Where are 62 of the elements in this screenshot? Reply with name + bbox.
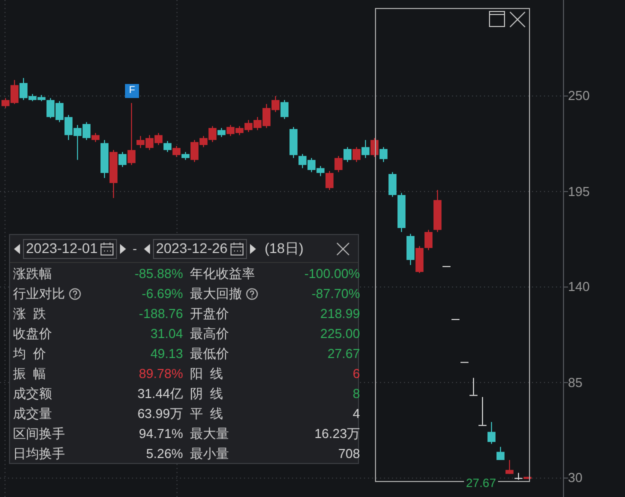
stat-value: -87.70% [312,285,360,304]
stat-value: 5.26% [146,445,183,464]
end-date-field[interactable]: 2023-12-26 [152,238,247,258]
event-marker[interactable]: F [125,84,139,98]
axis-label: 30 [568,471,582,486]
stat-label: 平 线 [190,405,224,424]
stat-value: -85.88% [134,265,183,284]
stat-label: 最大回撤 [190,285,242,304]
stat-label: 开盘价 [190,305,229,324]
stat-value: 31.04 [150,325,183,344]
stat-value: 4 [352,405,360,424]
left-arrow-icon[interactable] [14,244,20,254]
stat-value: 49.13 [150,345,183,364]
stat-value: 27.67 [327,345,360,364]
date-separator: - [132,240,138,258]
stat-value: -100.00% [304,265,360,284]
stat-label: 行业对比 [13,285,65,304]
start-date-field[interactable]: 2023-12-01 [23,238,117,258]
stat-label: 涨跌幅 [13,265,52,284]
stat-value: 218.99 [320,305,360,324]
stat-value: 89.78% [138,365,183,384]
stat-label: 阴 线 [190,385,224,404]
help-icon[interactable] [69,288,81,300]
stat-label: 区间换手 [13,425,65,444]
stat-label: 最大量 [190,425,229,444]
restore-icon[interactable] [489,11,505,27]
stat-label: 最高价 [190,325,229,344]
stat-value: 16.23万 [314,425,360,444]
axis-label: 85 [568,376,582,390]
stat-label: 振 幅 [13,365,46,384]
right-arrow-icon[interactable] [250,244,256,254]
axis-label: 140 [568,280,590,294]
stat-label: 日均换手 [13,445,65,464]
stat-value: 31.44亿 [137,385,183,404]
stat-label: 涨 跌 [13,305,46,324]
stat-label: 收盘价 [13,325,52,344]
day-count: (18日) [264,239,304,258]
close-icon[interactable] [509,11,526,28]
stat-label: 最低价 [190,345,229,364]
stat-label: 年化收益率 [190,265,255,284]
low-price-label: 27.67 [464,476,498,490]
axis-label: 195 [568,184,590,199]
axis-label: 250 [568,89,590,104]
calendar-icon[interactable] [230,242,244,256]
right-arrow-icon[interactable] [120,244,126,254]
stat-label: 阳 线 [190,365,224,384]
stat-value: -6.69% [142,285,183,304]
stat-label: 均 价 [13,345,46,364]
stat-value: -188.76 [138,305,183,324]
stat-value: 8 [352,385,360,404]
close-icon[interactable] [336,242,350,256]
stat-value: 63.99万 [137,405,183,424]
stat-label: 最小量 [190,445,229,464]
stat-value: 94.71% [138,425,183,444]
help-icon[interactable] [246,288,258,300]
calendar-icon[interactable] [100,242,114,256]
stat-label: 成交额 [13,385,52,404]
stat-value: 708 [338,445,360,464]
stat-label: 成交量 [13,405,52,424]
stat-value: 6 [352,365,360,384]
left-arrow-icon[interactable] [144,244,150,254]
stat-value: 225.00 [320,325,360,344]
